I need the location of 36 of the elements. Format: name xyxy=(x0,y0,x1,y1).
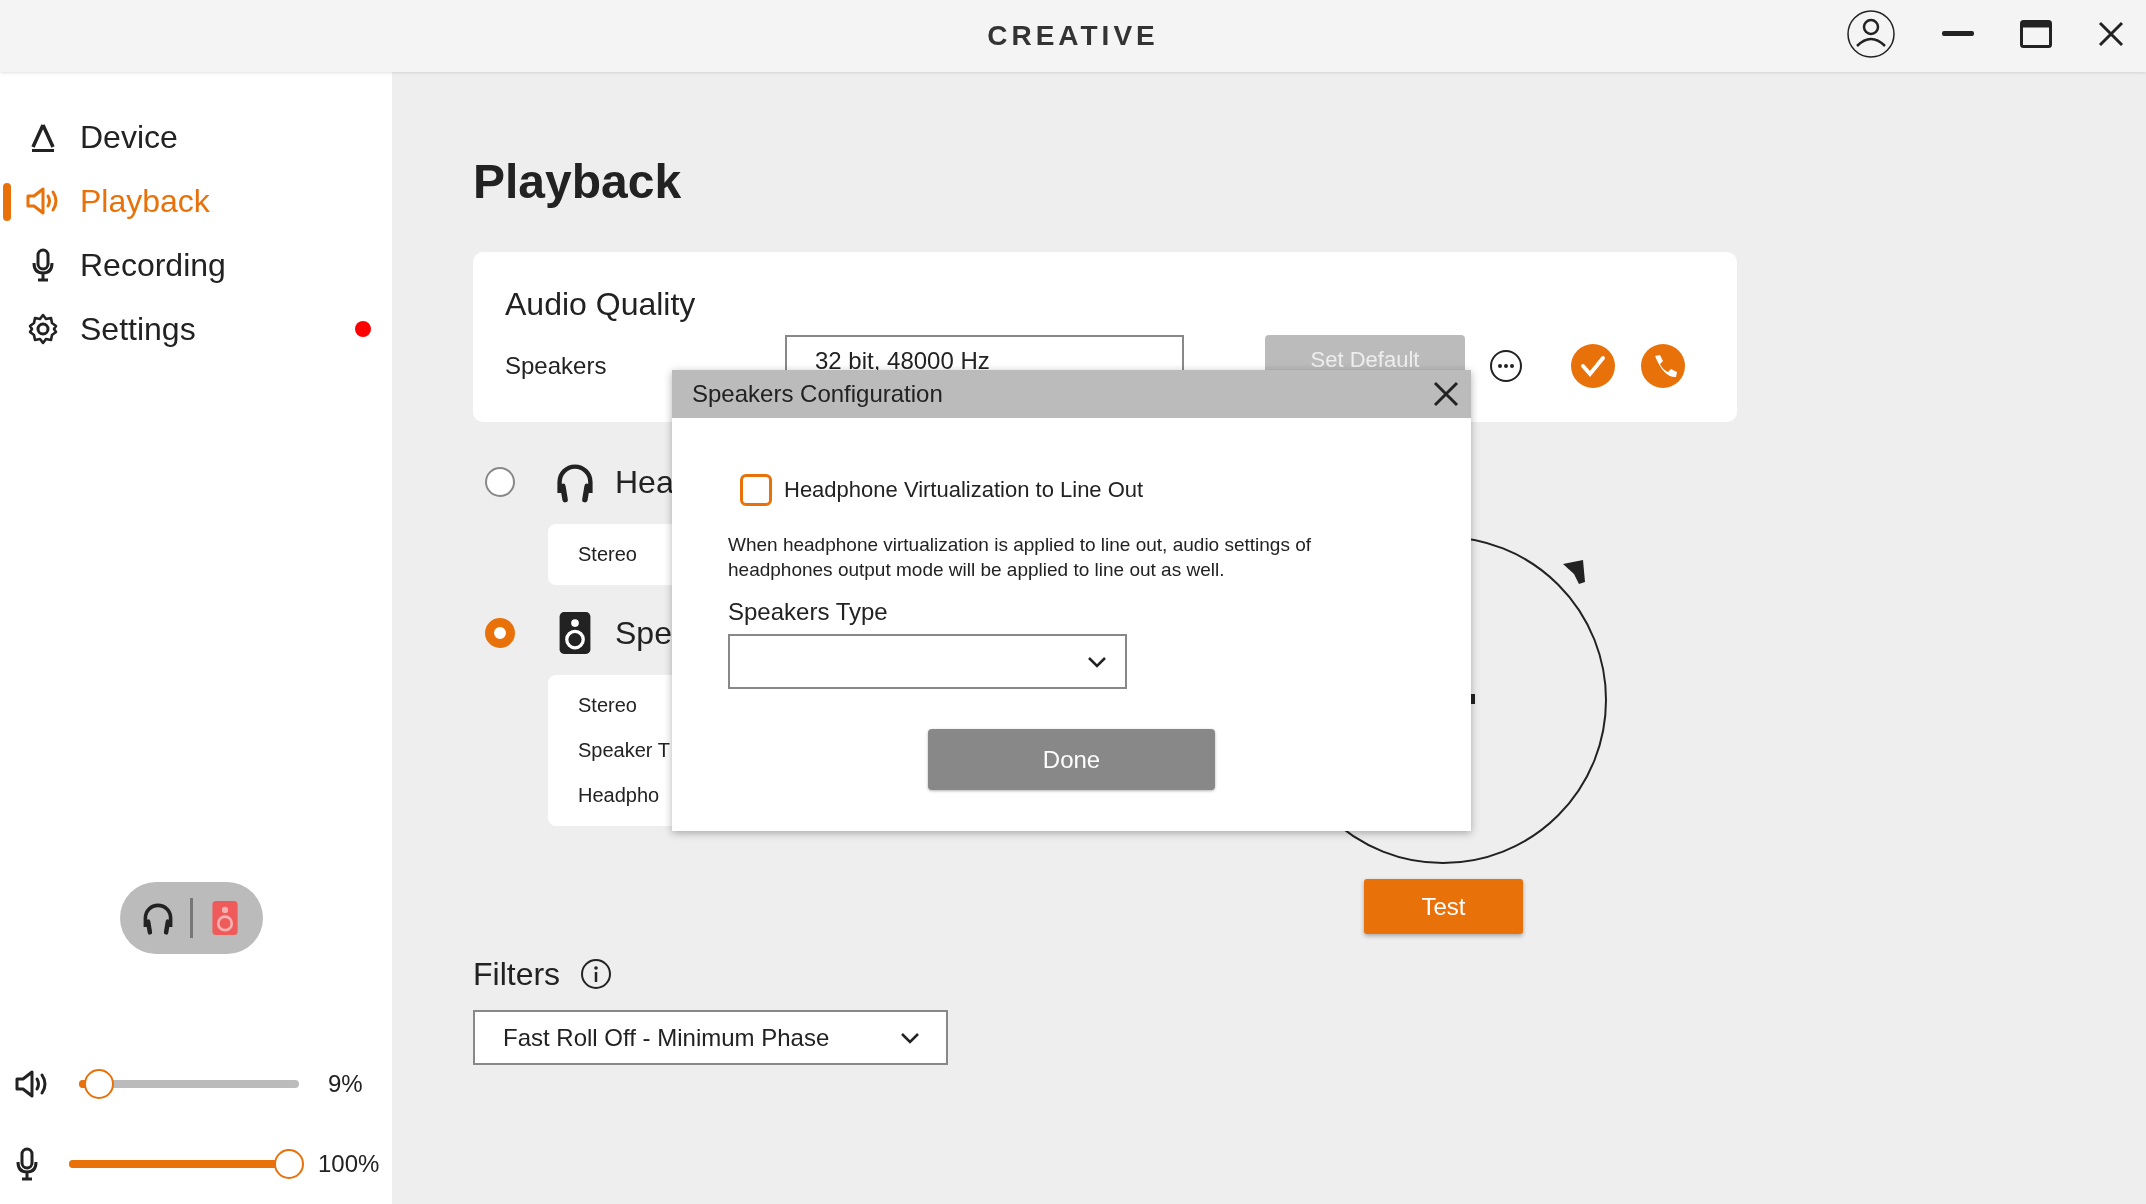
description-text: When headphone virtualization is applied to line out, audio settings of headphones output mode will be applied to line out as well. xyxy=(728,533,1313,582)
field-label: Speakers Type xyxy=(728,598,889,626)
output-label: Hea xyxy=(615,463,674,501)
minimize-icon[interactable] xyxy=(1942,31,1974,37)
maximize-icon[interactable] xyxy=(2020,20,2052,48)
sidebar-item[interactable]: Recording xyxy=(0,233,392,297)
check-icon[interactable] xyxy=(1571,344,1615,388)
chevron-icon xyxy=(900,1031,920,1044)
checkbox[interactable] xyxy=(740,474,772,506)
phone-icon[interactable] xyxy=(1641,344,1685,388)
close-icon[interactable] xyxy=(1433,381,1459,407)
radio-button[interactable] xyxy=(485,467,515,497)
triangle-icon xyxy=(29,121,57,153)
settings-icon xyxy=(27,313,59,345)
done-button[interactable]: Done xyxy=(928,729,1215,790)
speakers-type-dropdown[interactable] xyxy=(728,634,1127,689)
card-title: Audio Quality xyxy=(505,286,697,323)
field-label: Speakers xyxy=(505,352,608,380)
volume-reading: 9% xyxy=(328,1070,363,1098)
sidebar-item[interactable]: Device xyxy=(0,105,392,169)
volume-reading: 100% xyxy=(318,1150,380,1178)
chevron-icon xyxy=(1087,655,1107,668)
info-icon[interactable] xyxy=(580,958,613,990)
radio-button[interactable] xyxy=(485,618,515,648)
more-options-icon[interactable] xyxy=(1489,349,1523,383)
microphone-icon xyxy=(14,1147,40,1181)
close-icon[interactable] xyxy=(2098,21,2124,47)
filter-dropdown[interactable]: Fast Roll Off - Minimum Phase xyxy=(473,1010,948,1065)
microphone-icon xyxy=(30,248,56,282)
brand-logo: CREATIVE xyxy=(987,20,1159,52)
page-title: Playback xyxy=(473,154,683,210)
section-title: Filters xyxy=(473,955,561,993)
user-account-icon[interactable] xyxy=(1846,9,1896,59)
sidebar-item[interactable]: Settings xyxy=(0,297,392,361)
checkbox-label: Headphone Virtualization to Line Out xyxy=(784,477,1144,503)
output-label: Spe xyxy=(615,614,672,652)
